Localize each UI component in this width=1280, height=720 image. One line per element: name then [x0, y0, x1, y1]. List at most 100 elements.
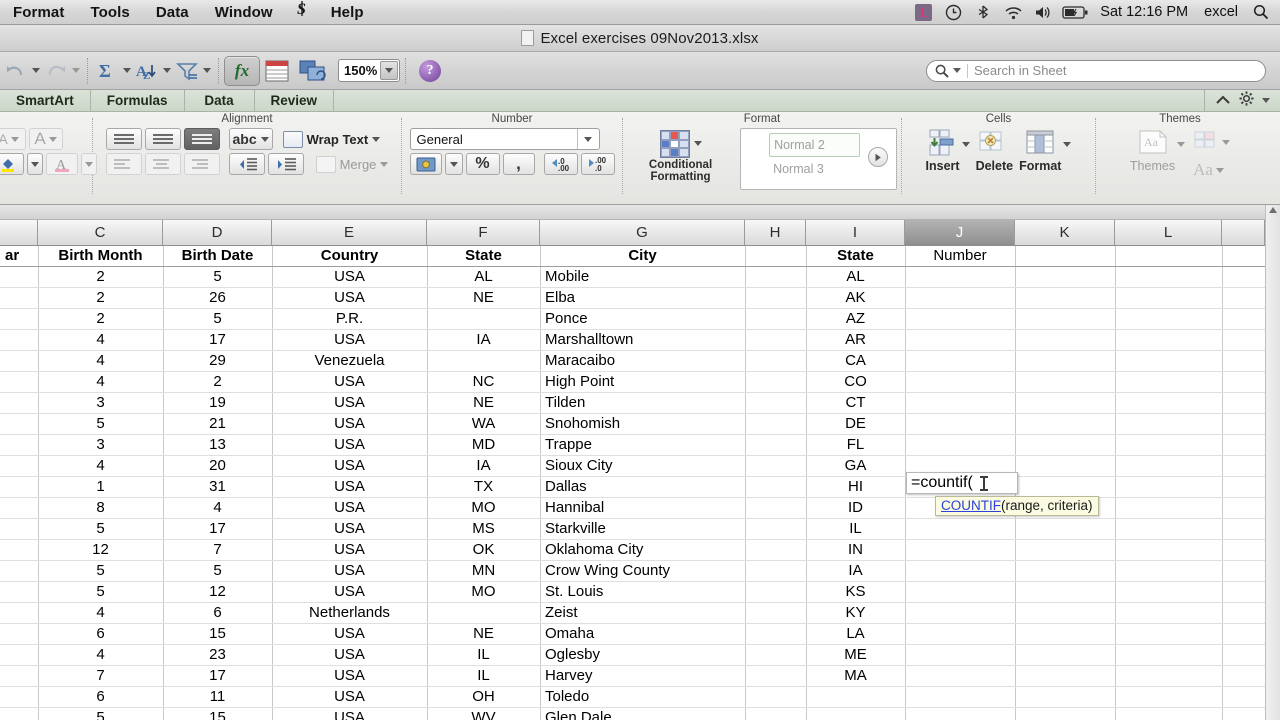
cell-C[interactable]: 4 — [38, 645, 163, 665]
cell-C[interactable]: 5 — [38, 561, 163, 581]
table-row[interactable]: 615USANEOmahaLA — [0, 624, 1280, 645]
cell-F[interactable]: IA — [427, 330, 540, 350]
column-header-j[interactable]: J — [905, 220, 1015, 245]
search-scope-dropdown-icon[interactable] — [953, 68, 961, 73]
cell-G[interactable]: Elba — [540, 288, 745, 308]
wrap-text-dropdown-icon[interactable] — [372, 137, 380, 142]
zoom-level-input[interactable]: 150% — [338, 59, 400, 82]
help-icon[interactable]: ? — [419, 60, 441, 82]
cell-D[interactable]: 15 — [163, 624, 272, 644]
cell-E[interactable]: USA — [272, 687, 427, 707]
cell-I[interactable]: CA — [806, 351, 905, 371]
cell-F[interactable]: NC — [427, 372, 540, 392]
table-row[interactable]: 515USAWVGlen Dale — [0, 708, 1280, 720]
cell-E[interactable]: USA — [272, 477, 427, 497]
cell-C[interactable]: 8 — [38, 498, 163, 518]
cell-E[interactable]: USA — [272, 414, 427, 434]
menu-bar-clock[interactable]: Sat 12:16 PM — [1092, 4, 1196, 20]
format-cells-button[interactable]: Format — [1019, 128, 1061, 173]
purple-app-icon[interactable]: L — [908, 0, 938, 25]
cell-E[interactable]: USA — [272, 456, 427, 476]
column-header-f[interactable]: F — [427, 220, 540, 245]
cell-I[interactable]: GA — [806, 456, 905, 476]
cell-F[interactable]: OH — [427, 687, 540, 707]
cell-G[interactable]: Ponce — [540, 309, 745, 329]
style-normal-2[interactable]: Normal 2 — [769, 133, 860, 157]
cell-I[interactable]: CO — [806, 372, 905, 392]
cell-G[interactable]: Mobile — [540, 267, 745, 287]
increase-indent-icon[interactable] — [268, 153, 304, 175]
cell-E[interactable]: USA — [272, 267, 427, 287]
table-row[interactable]: 420USAIASioux CityGA — [0, 456, 1280, 477]
time-machine-icon[interactable] — [938, 0, 968, 25]
cell-C[interactable]: 5 — [38, 519, 163, 539]
column-header-d[interactable]: D — [163, 220, 272, 245]
column-header-partial[interactable] — [1222, 220, 1265, 245]
cell-D[interactable]: 21 — [163, 414, 272, 434]
conditional-formatting-dropdown-icon[interactable] — [694, 141, 702, 146]
table-row[interactable]: 131USATXDallasHI — [0, 477, 1280, 498]
cell-F[interactable]: OK — [427, 540, 540, 560]
cell-E[interactable]: USA — [272, 540, 427, 560]
cell-C[interactable]: 12 — [38, 540, 163, 560]
insert-dropdown-icon[interactable] — [962, 142, 970, 147]
tab-review[interactable]: Review — [255, 90, 335, 111]
cell-D[interactable]: 29 — [163, 351, 272, 371]
cell-E[interactable]: Netherlands — [272, 603, 427, 623]
merge-button[interactable]: Merge — [316, 156, 389, 173]
table-row[interactable]: 521USAWASnohomishDE — [0, 414, 1280, 435]
theme-colors-button[interactable] — [1193, 130, 1230, 155]
cell-D[interactable]: 23 — [163, 645, 272, 665]
cell-C[interactable]: 5 — [38, 582, 163, 602]
cell-E[interactable]: USA — [272, 645, 427, 665]
align-right-icon[interactable] — [184, 153, 220, 175]
cell-G[interactable]: City — [540, 246, 745, 266]
cell-I[interactable]: ME — [806, 645, 905, 665]
column-header-i[interactable]: I — [806, 220, 905, 245]
window-title-bar[interactable]: Excel exercises 09Nov2013.xlsx — [0, 25, 1280, 52]
vertical-scrollbar[interactable] — [1265, 205, 1280, 720]
redo-icon[interactable] — [42, 56, 70, 86]
cell-D[interactable]: Birth Date — [163, 246, 272, 266]
cell-G[interactable]: Oklahoma City — [540, 540, 745, 560]
wifi-icon[interactable] — [998, 0, 1028, 25]
volume-icon[interactable] — [1028, 0, 1058, 25]
cell-G[interactable]: Snohomish — [540, 414, 745, 434]
align-left-icon[interactable] — [106, 153, 142, 175]
format-dropdown-icon[interactable] — [1063, 142, 1071, 147]
cell-D[interactable]: 13 — [163, 435, 272, 455]
cell-G[interactable]: Omaha — [540, 624, 745, 644]
cell-F[interactable] — [427, 351, 540, 371]
cell-C[interactable]: 3 — [38, 435, 163, 455]
align-center-icon[interactable] — [145, 153, 181, 175]
redo-dropdown-icon[interactable] — [70, 56, 82, 86]
autosum-sigma-icon[interactable]: Σ — [93, 56, 121, 86]
cell-F[interactable]: NE — [427, 288, 540, 308]
cell-G[interactable]: Hannibal — [540, 498, 745, 518]
cell-E[interactable]: USA — [272, 708, 427, 720]
cell-I[interactable]: KY — [806, 603, 905, 623]
cell-I[interactable]: ID — [806, 498, 905, 518]
cell-E[interactable]: USA — [272, 624, 427, 644]
cell-B-header[interactable]: ar — [0, 246, 36, 266]
cell-I[interactable]: LA — [806, 624, 905, 644]
wrap-text-button[interactable]: Wrap Text — [283, 131, 381, 148]
tab-formulas[interactable]: Formulas — [91, 90, 185, 111]
cell-F[interactable]: MO — [427, 582, 540, 602]
cell-G[interactable]: Sioux City — [540, 456, 745, 476]
cell-I[interactable]: DE — [806, 414, 905, 434]
cell-C[interactable]: 5 — [38, 414, 163, 434]
cell-C[interactable]: 3 — [38, 393, 163, 413]
cell-I[interactable]: IL — [806, 519, 905, 539]
themes-button[interactable]: Aa Themes — [1130, 128, 1175, 173]
cell-I[interactable]: MA — [806, 666, 905, 686]
cell-D[interactable]: 11 — [163, 687, 272, 707]
bluetooth-icon[interactable] — [968, 0, 998, 25]
sheet-view-icon[interactable] — [260, 56, 294, 86]
currency-dropdown-icon[interactable] — [445, 153, 463, 175]
table-row[interactable]: 717USAILHarveyMA — [0, 666, 1280, 687]
cell-D[interactable]: 12 — [163, 582, 272, 602]
grow-font-button[interactable]: A — [29, 128, 63, 150]
table-row[interactable]: 512USAMOSt. LouisKS — [0, 582, 1280, 603]
cell-I[interactable]: FL — [806, 435, 905, 455]
